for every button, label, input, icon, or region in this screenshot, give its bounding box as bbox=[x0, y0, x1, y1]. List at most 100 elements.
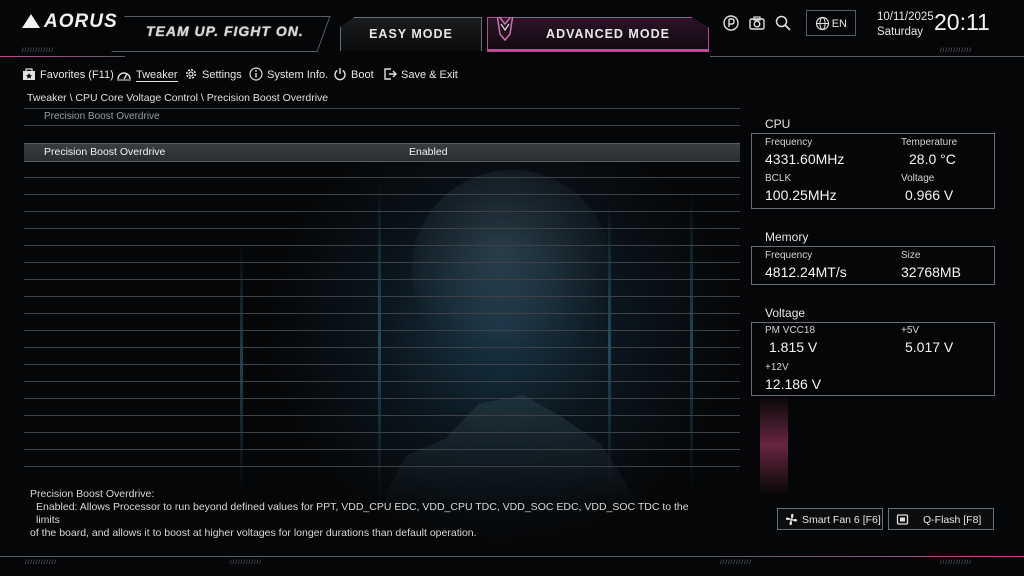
breadcrumb: Tweaker \ CPU Core Voltage Control \ Pre… bbox=[27, 92, 329, 104]
memory-frequency-label: Frequency bbox=[765, 250, 813, 261]
list-divider bbox=[24, 296, 740, 297]
list-divider bbox=[24, 415, 740, 416]
list-divider bbox=[24, 177, 740, 178]
easy-mode-label: EASY MODE bbox=[369, 27, 453, 41]
help-panel: Precision Boost Overdrive: Enabled: Allo… bbox=[30, 488, 710, 540]
smart-fan-label: Smart Fan 6 [F6] bbox=[802, 514, 881, 526]
list-divider bbox=[24, 398, 740, 399]
nav-system-info[interactable]: System Info. bbox=[249, 66, 328, 84]
memory-title: Memory bbox=[765, 230, 809, 244]
slogan: TEAM UP. FIGHT ON. bbox=[146, 23, 304, 39]
list-divider bbox=[24, 364, 740, 365]
setting-label: Precision Boost Overdrive bbox=[44, 146, 166, 158]
pm-vcc18-value: 1.815 V bbox=[769, 339, 818, 355]
v5-label: +5V bbox=[901, 325, 920, 336]
help-line: of the board, and allows it to boost at … bbox=[30, 527, 477, 539]
search-icon[interactable] bbox=[774, 14, 792, 32]
cpu-temperature-value: 28.0 °C bbox=[909, 151, 956, 167]
nav-label: System Info. bbox=[267, 69, 329, 81]
cpu-panel: Frequency 4331.60MHz Temperature 28.0 °C… bbox=[751, 133, 995, 209]
globe-icon bbox=[815, 16, 830, 31]
bclk-value: 100.25MHz bbox=[765, 187, 837, 203]
language-button[interactable]: EN bbox=[806, 10, 856, 36]
advanced-mode-tab[interactable]: ADVANCED MODE bbox=[487, 17, 709, 52]
pm-vcc18-label: PM VCC18 bbox=[765, 325, 816, 336]
footer-decoration: //////////// bbox=[720, 560, 753, 566]
nav-label: Favorites (F11) bbox=[40, 69, 114, 81]
cpu-title: CPU bbox=[765, 117, 791, 131]
list-divider bbox=[24, 279, 740, 280]
voltage-panel: PM VCC18 1.815 V +5V 5.017 V +12V 12.186… bbox=[751, 322, 995, 396]
list-divider bbox=[24, 432, 740, 433]
brand-logo: AORUS bbox=[22, 11, 118, 33]
memory-panel: Frequency 4812.24MT/s Size 32768MB bbox=[751, 246, 995, 285]
background-beam bbox=[690, 190, 693, 490]
bclk-label: BCLK bbox=[765, 173, 792, 184]
fan-icon bbox=[785, 513, 798, 526]
setting-value[interactable]: Enabled bbox=[409, 146, 448, 158]
background-accent bbox=[760, 395, 788, 495]
header: AORUS TEAM UP. FIGHT ON. EASY MODE ADVAN… bbox=[0, 0, 1024, 60]
camera-icon[interactable] bbox=[748, 14, 766, 32]
power-icon bbox=[334, 68, 346, 81]
exit-icon bbox=[384, 68, 397, 80]
brand-name: AORUS bbox=[44, 11, 118, 32]
qflash-icon bbox=[896, 514, 909, 525]
list-divider bbox=[24, 211, 740, 212]
header-decoration: //////////// bbox=[22, 48, 55, 54]
v5-value: 5.017 V bbox=[905, 339, 954, 355]
setting-row-precision-boost-overdrive[interactable]: Precision Boost Overdrive Enabled bbox=[24, 143, 740, 162]
footer-decoration: //////////// bbox=[25, 560, 58, 566]
info-icon bbox=[249, 67, 263, 81]
voltage-title: Voltage bbox=[765, 306, 806, 320]
list-divider bbox=[24, 313, 740, 314]
memory-size-label: Size bbox=[901, 250, 921, 261]
easy-mode-tab[interactable]: EASY MODE bbox=[340, 17, 482, 51]
help-line: Enabled: Allows Processor to run beyond … bbox=[36, 501, 689, 526]
date: 10/11/2025 bbox=[877, 11, 934, 23]
header-divider bbox=[710, 56, 1024, 57]
nav-boot[interactable]: Boot bbox=[333, 66, 374, 84]
footer-decoration: //////////// bbox=[940, 560, 973, 566]
list-divider bbox=[24, 108, 740, 109]
nav-label: Settings bbox=[202, 69, 242, 81]
nav-save-exit[interactable]: Save & Exit bbox=[383, 66, 458, 84]
qflash-button[interactable]: Q-Flash [F8] bbox=[888, 508, 994, 530]
cpu-temperature-label: Temperature bbox=[901, 137, 958, 148]
qflash-label: Q-Flash [F8] bbox=[923, 514, 982, 526]
list-divider bbox=[24, 194, 740, 195]
cpu-frequency-value: 4331.60MHz bbox=[765, 151, 845, 167]
background-planet bbox=[412, 170, 612, 370]
processor-icon[interactable] bbox=[722, 14, 740, 32]
nav-tweaker[interactable]: Tweaker bbox=[116, 66, 178, 84]
list-divider bbox=[24, 449, 740, 450]
section-title: Precision Boost Overdrive bbox=[44, 111, 160, 122]
list-divider bbox=[24, 245, 740, 246]
v12-value: 12.186 V bbox=[765, 376, 822, 392]
nav-favorites[interactable]: Favorites (F11) bbox=[22, 66, 114, 84]
v12-label: +12V bbox=[765, 362, 789, 373]
gauge-icon bbox=[117, 72, 131, 81]
gear-icon bbox=[186, 69, 196, 79]
favorites-icon bbox=[23, 68, 35, 80]
background-beam bbox=[240, 240, 243, 490]
memory-frequency-value: 4812.24MT/s bbox=[765, 264, 847, 280]
nav-label: Save & Exit bbox=[401, 69, 458, 81]
smart-fan-button[interactable]: Smart Fan 6 [F6] bbox=[777, 508, 883, 530]
cpu-voltage-label: Voltage bbox=[901, 173, 935, 184]
list-divider bbox=[24, 466, 740, 467]
list-divider bbox=[24, 330, 740, 331]
list-divider bbox=[24, 347, 740, 348]
language-label: EN bbox=[831, 18, 847, 30]
nav-settings[interactable]: Settings bbox=[184, 66, 242, 84]
advanced-mode-label: ADVANCED MODE bbox=[546, 27, 670, 41]
cpu-voltage-value: 0.966 V bbox=[905, 187, 954, 203]
advanced-mode-icon bbox=[495, 17, 515, 42]
footer-decoration: //////////// bbox=[230, 560, 263, 566]
list-divider bbox=[24, 381, 740, 382]
date-display: 10/11/2025 Saturday bbox=[877, 10, 934, 40]
list-divider bbox=[24, 228, 740, 229]
background-beam bbox=[608, 200, 611, 490]
clock: 20:11 bbox=[934, 9, 990, 35]
list-divider bbox=[24, 262, 740, 263]
